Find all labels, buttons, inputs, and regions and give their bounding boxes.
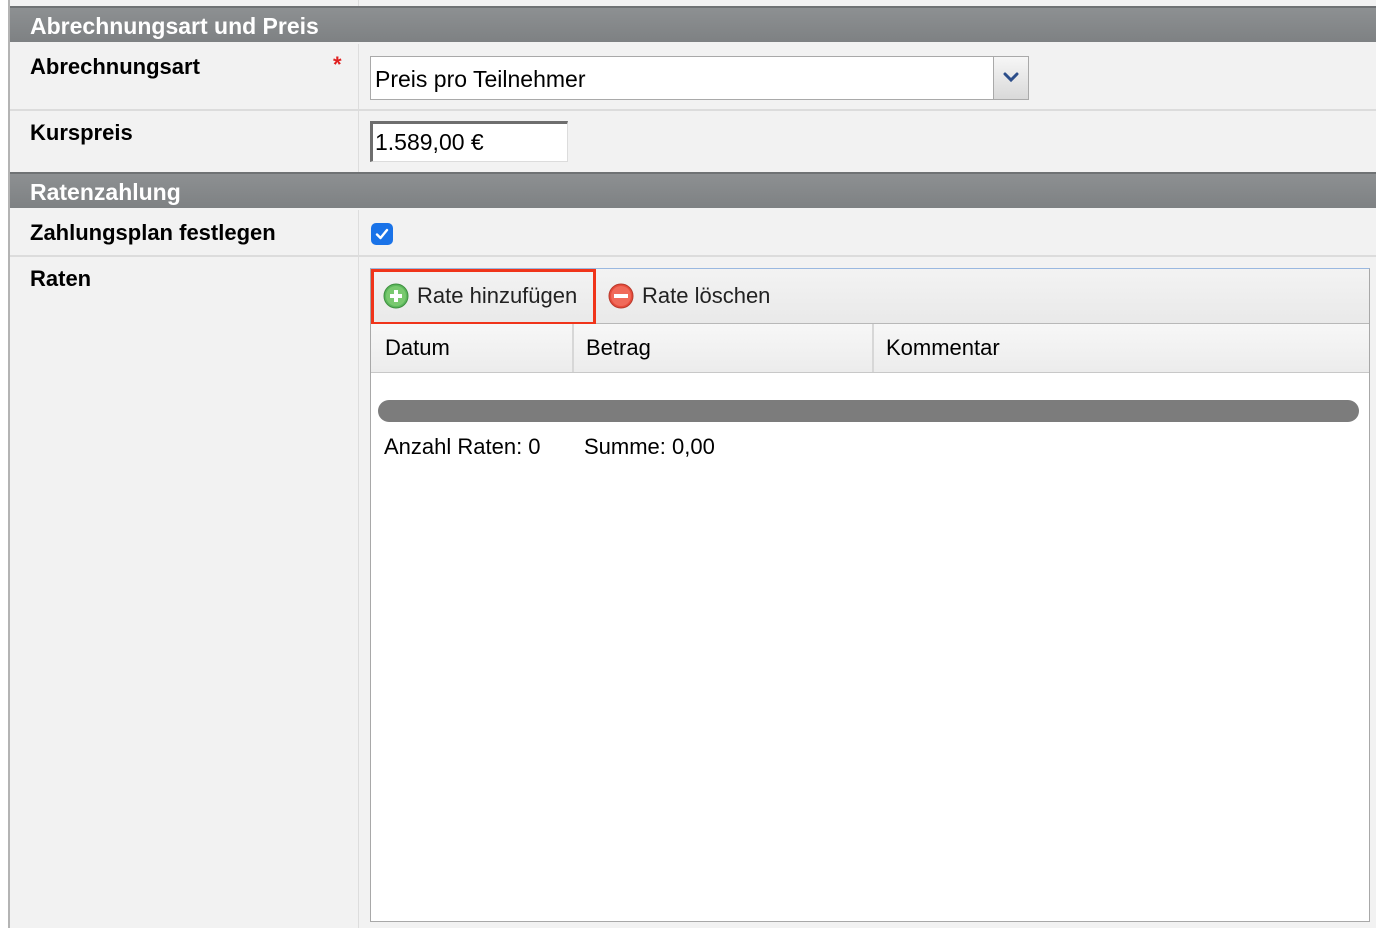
horizontal-scrollbar[interactable]: [378, 400, 1359, 422]
section-header-billing: Abrechnungsart und Preis: [10, 6, 1376, 42]
billing-type-label: Abrechnungsart: [30, 54, 200, 79]
installment-count: Anzahl Raten: 0: [384, 434, 541, 459]
billing-type-select[interactable]: Preis pro Teilnehmer: [370, 56, 1029, 100]
grid-column-headers: Datum Betrag Kommentar: [371, 324, 1369, 373]
column-divider: [358, 44, 359, 172]
chevron-down-icon: [1003, 72, 1019, 83]
dropdown-button[interactable]: [993, 57, 1028, 99]
highlight-box: [371, 269, 596, 325]
installments-grid: Rate hinzufügen Rate löschen Datum Betra…: [370, 268, 1370, 922]
remove-circle-icon: [608, 283, 634, 309]
installment-sum: Summe: 0,00: [584, 434, 715, 459]
payment-plan-checkbox[interactable]: [371, 223, 393, 245]
row-separator: [10, 109, 1376, 111]
section-title: Abrechnungsart und Preis: [30, 13, 319, 39]
billing-type-value: Preis pro Teilnehmer: [375, 66, 586, 92]
required-marker: *: [333, 52, 342, 77]
column-header-comment[interactable]: Kommentar: [872, 324, 1369, 372]
column-header-date[interactable]: Datum: [371, 324, 574, 372]
delete-installment-label: Rate löschen: [642, 283, 771, 308]
course-price-label: Kurspreis: [30, 120, 133, 145]
section-header-installments: Ratenzahlung: [10, 172, 1376, 208]
payment-plan-label: Zahlungsplan festlegen: [30, 220, 276, 245]
course-price-input[interactable]: 1.589,00 €: [370, 121, 568, 162]
checkmark-icon: [375, 228, 389, 240]
row-separator: [10, 255, 1376, 257]
column-divider: [358, 210, 359, 928]
delete-installment-button[interactable]: Rate löschen: [608, 282, 770, 310]
column-header-amount[interactable]: Betrag: [572, 324, 874, 372]
installments-label: Raten: [30, 266, 92, 291]
section-title: Ratenzahlung: [30, 179, 181, 205]
